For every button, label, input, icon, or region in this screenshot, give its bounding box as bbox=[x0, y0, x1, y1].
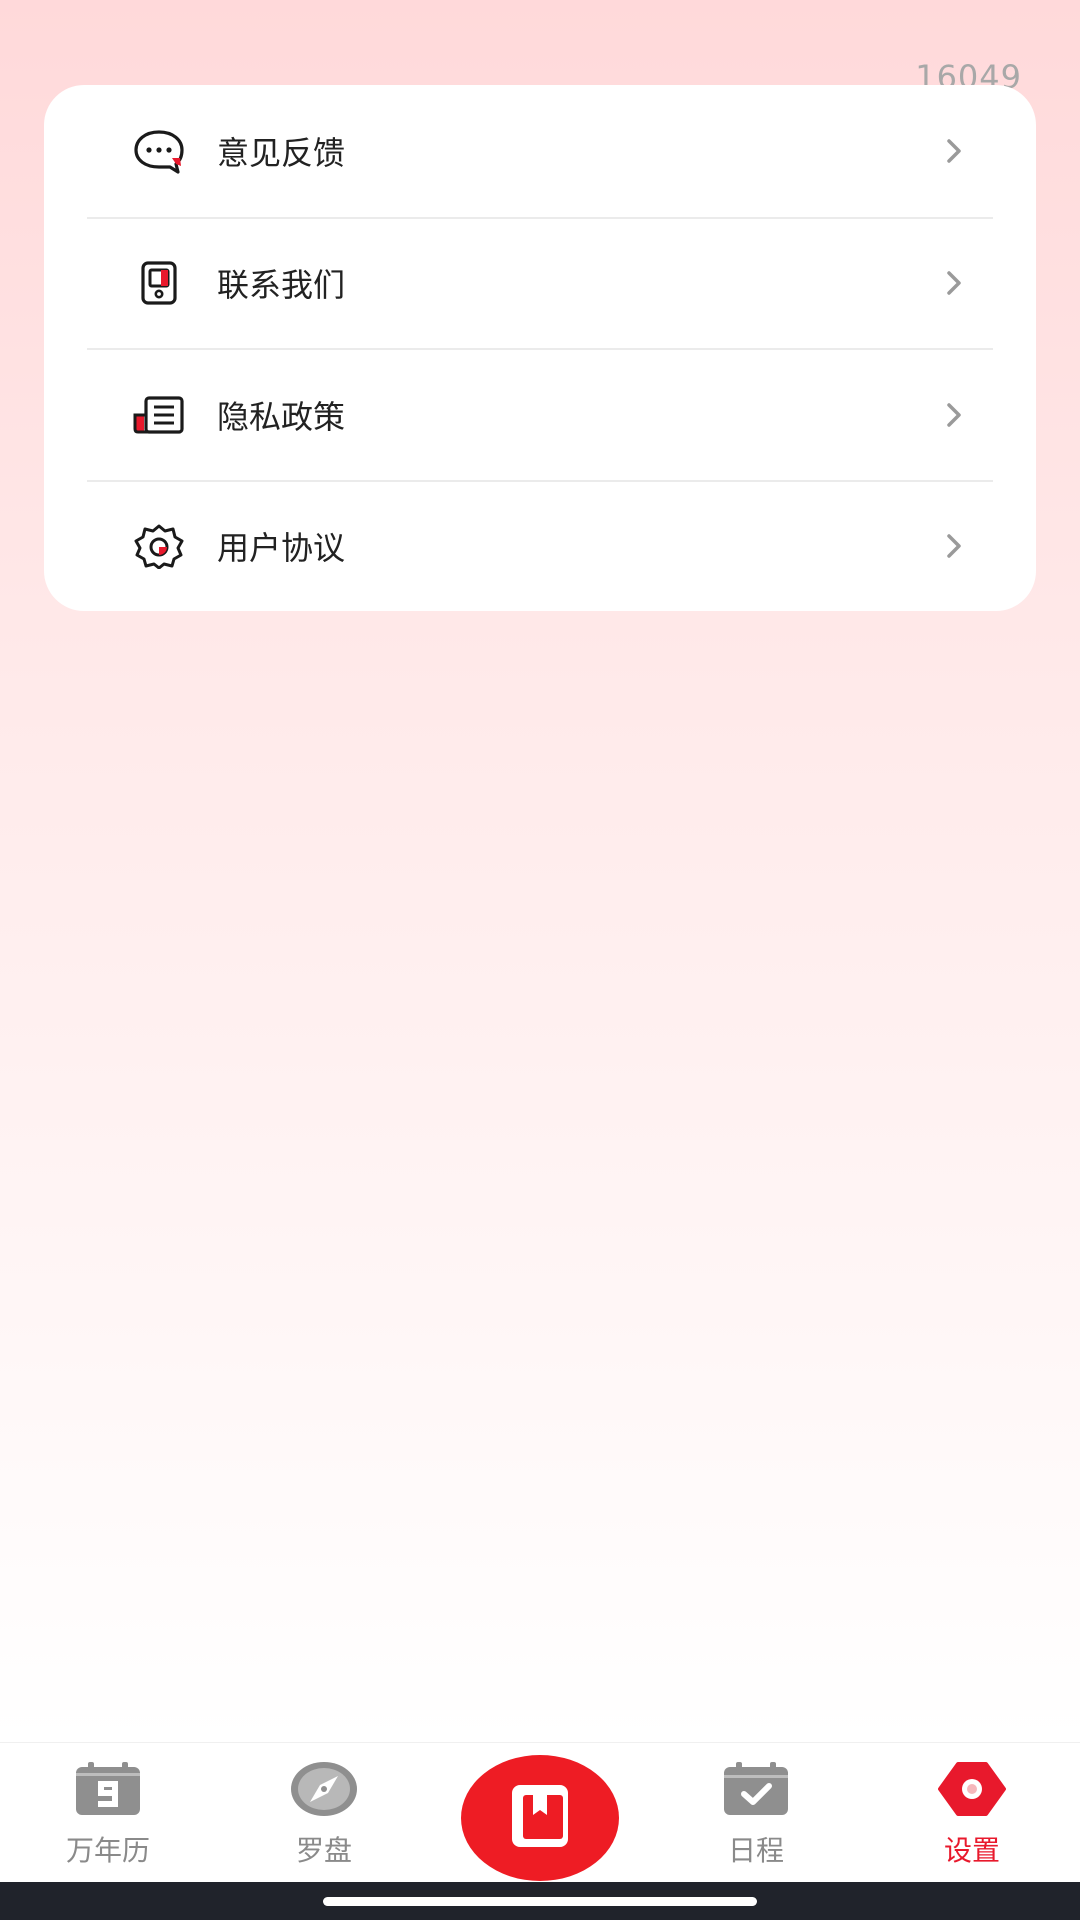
settings-menu-card: 意见反馈 联系我们 隐私政策 用户协议 bbox=[44, 85, 1036, 611]
menu-item-user-agreement[interactable]: 用户协议 bbox=[87, 479, 993, 612]
home-indicator[interactable] bbox=[323, 1897, 757, 1906]
tab-calendar[interactable]: 万年历 bbox=[0, 1743, 216, 1883]
compass-icon bbox=[288, 1757, 360, 1821]
menu-item-privacy[interactable]: 隐私政策 bbox=[87, 348, 993, 480]
chevron-right-icon bbox=[941, 402, 967, 428]
tab-schedule[interactable]: 日程 bbox=[648, 1743, 864, 1883]
contact-phone-icon bbox=[131, 255, 187, 311]
schedule-check-icon bbox=[720, 1757, 792, 1821]
calendar-icon bbox=[72, 1757, 144, 1821]
book-icon bbox=[503, 1779, 577, 1857]
tab-compass[interactable]: 罗盘 bbox=[216, 1743, 432, 1883]
menu-item-label: 意见反馈 bbox=[217, 133, 346, 172]
tab-label: 日程 bbox=[727, 1834, 784, 1867]
chevron-right-icon bbox=[941, 270, 967, 296]
menu-item-label: 联系我们 bbox=[217, 266, 346, 305]
privacy-document-icon bbox=[131, 387, 187, 443]
user-agreement-gear-icon bbox=[131, 518, 187, 574]
menu-item-contact[interactable]: 联系我们 bbox=[87, 216, 993, 349]
chevron-right-icon bbox=[941, 533, 967, 559]
menu-item-label: 隐私政策 bbox=[217, 397, 346, 436]
center-book-button[interactable] bbox=[461, 1755, 619, 1881]
tab-settings[interactable]: 设置 bbox=[864, 1743, 1080, 1883]
menu-item-label: 用户协议 bbox=[217, 529, 346, 568]
settings-hexagon-icon bbox=[936, 1757, 1008, 1821]
tab-label: 罗盘 bbox=[295, 1834, 352, 1867]
menu-item-feedback[interactable]: 意见反馈 bbox=[87, 85, 993, 217]
chevron-right-icon bbox=[941, 138, 967, 164]
feedback-chat-icon bbox=[131, 123, 187, 179]
tab-label: 设置 bbox=[943, 1834, 1000, 1867]
tab-label: 万年历 bbox=[65, 1834, 150, 1867]
